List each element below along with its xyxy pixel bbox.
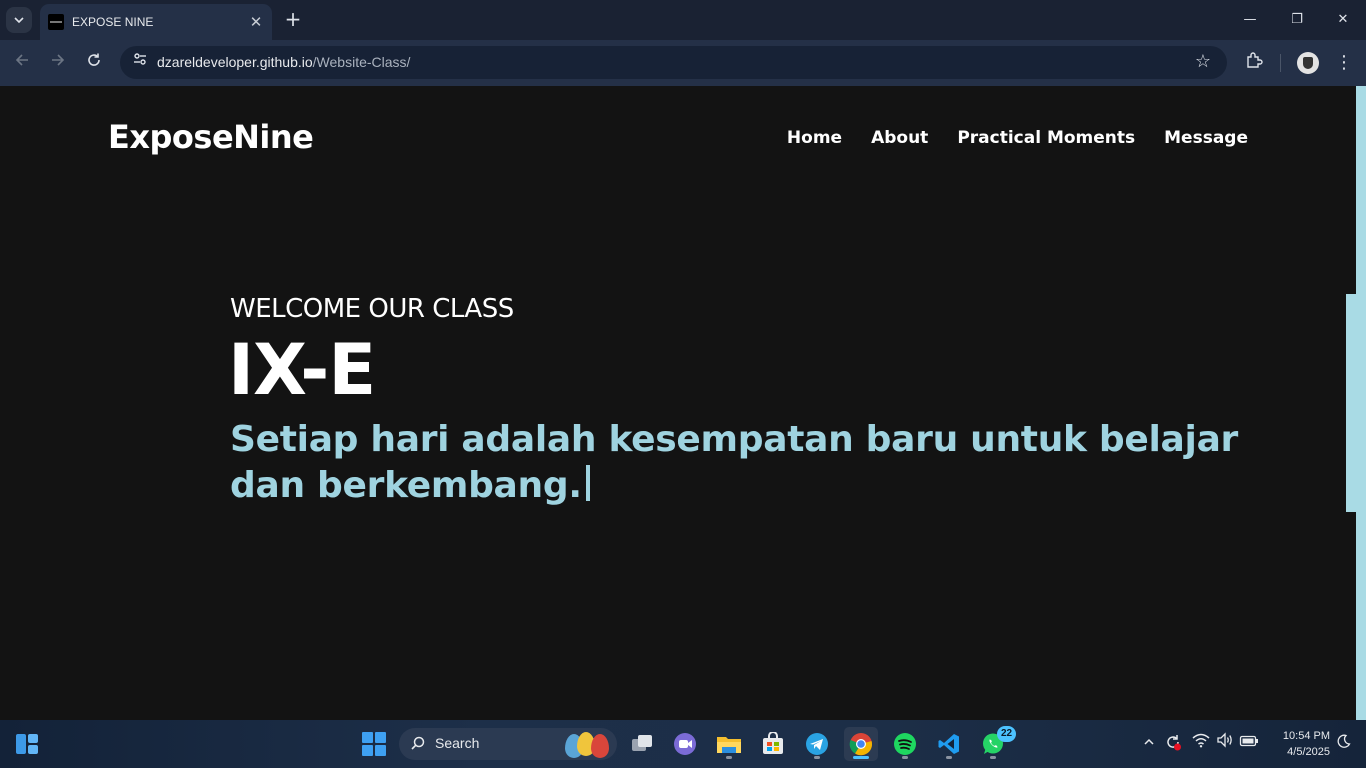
new-tab-button[interactable]: + <box>282 8 304 30</box>
browser-toolbar: dzareldeveloper.github.io/Website-Class/… <box>0 40 1366 86</box>
search-icon <box>409 735 427 753</box>
browser-titlebar: EXPOSE NINE ✕ + — ❐ ✕ <box>0 0 1366 40</box>
arrow-right-icon <box>52 54 65 66</box>
folder-icon <box>717 737 741 753</box>
nav-practical-moments[interactable]: Practical Moments <box>957 128 1135 148</box>
favicon-icon <box>48 14 64 30</box>
restore-button[interactable]: ❐ <box>1281 6 1313 34</box>
running-indicator <box>726 756 732 759</box>
volume-icon[interactable] <box>1214 732 1236 756</box>
running-indicator <box>902 756 908 759</box>
minimize-button[interactable]: — <box>1234 6 1266 34</box>
bookmark-star-icon[interactable]: ☆ <box>1193 52 1213 72</box>
taskbar-file-explorer[interactable] <box>712 727 746 761</box>
taskbar-search[interactable]: Search <box>399 728 617 760</box>
hero-tagline: Setiap hari adalah kesempatan baru untuk… <box>230 417 1250 509</box>
taskbar-zoom[interactable] <box>668 727 702 761</box>
nav-home[interactable]: Home <box>787 128 842 148</box>
hero-welcome: WELCOME OUR CLASS <box>230 294 514 324</box>
page-viewport: ExposeNine Home About Practical Moments … <box>0 86 1356 720</box>
show-hidden-icons-chevron-icon[interactable] <box>1140 732 1158 756</box>
puzzle-icon <box>1247 52 1263 68</box>
store-bag-icon <box>763 732 783 754</box>
nav-message[interactable]: Message <box>1164 128 1248 148</box>
url-text: dzareldeveloper.github.io/Website-Class/ <box>157 54 410 70</box>
taskbar-spotify[interactable] <box>888 727 922 761</box>
hero-class-name: IX-E <box>228 329 376 411</box>
site-logo[interactable]: ExposeNine <box>108 118 314 156</box>
arrow-left-icon <box>15 54 28 66</box>
telegram-icon <box>806 733 828 755</box>
spotify-icon <box>894 733 916 755</box>
windows-taskbar: Search 22 10:54 PM 4/5/2025 <box>0 720 1366 768</box>
taskbar-vscode[interactable] <box>932 727 966 761</box>
search-label: Search <box>435 735 480 751</box>
reload-button[interactable] <box>82 51 106 75</box>
widgets-icon[interactable] <box>16 732 40 756</box>
easter-eggs-icon <box>565 732 613 758</box>
wifi-icon[interactable] <box>1190 732 1212 756</box>
reload-icon <box>88 53 100 66</box>
typing-caret <box>585 465 590 501</box>
url-host: dzareldeveloper.github.io <box>157 54 313 70</box>
tab-search-button[interactable] <box>6 7 32 33</box>
taskbar-chrome[interactable] <box>844 727 878 761</box>
task-view-icon <box>632 735 652 751</box>
url-path: /Website-Class/ <box>312 54 411 70</box>
taskbar-task-view[interactable] <box>625 727 659 761</box>
toolbar-divider <box>1280 54 1281 72</box>
taskbar-whatsapp[interactable]: 22 <box>976 726 1016 761</box>
tab-close-icon[interactable]: ✕ <box>248 14 264 30</box>
system-clock[interactable]: 10:54 PM 4/5/2025 <box>1266 728 1330 760</box>
clock-date: 4/5/2025 <box>1287 746 1330 758</box>
back-button[interactable] <box>10 51 34 75</box>
forward-button[interactable] <box>46 51 70 75</box>
running-indicator <box>814 756 820 759</box>
moon-icon[interactable] <box>1334 732 1354 756</box>
site-nav: Home About Practical Moments Message <box>787 128 1248 148</box>
running-indicator <box>946 756 952 759</box>
chrome-icon <box>849 733 873 756</box>
active-indicator <box>853 756 869 759</box>
taskbar-microsoft-store[interactable] <box>756 727 790 761</box>
close-window-button[interactable]: ✕ <box>1327 6 1359 34</box>
tab-title: EXPOSE NINE <box>72 15 154 29</box>
chevron-down-icon <box>14 17 24 24</box>
extensions-button[interactable] <box>1242 51 1266 75</box>
vscode-icon <box>938 734 959 754</box>
taskbar-telegram[interactable] <box>800 727 834 761</box>
site-info-icon[interactable] <box>128 51 152 75</box>
profile-avatar[interactable] <box>1297 52 1319 74</box>
menu-kebab-icon[interactable]: ⋮ <box>1332 51 1356 75</box>
address-bar[interactable]: dzareldeveloper.github.io/Website-Class/… <box>120 46 1227 79</box>
start-button[interactable] <box>362 732 386 756</box>
nav-about[interactable]: About <box>871 128 928 148</box>
video-call-icon <box>674 733 696 755</box>
clock-time: 10:54 PM <box>1282 730 1330 742</box>
battery-icon[interactable] <box>1238 732 1260 756</box>
browser-tab[interactable]: EXPOSE NINE ✕ <box>40 4 272 40</box>
running-indicator <box>990 756 996 759</box>
scrollbar-thumb[interactable] <box>1346 294 1366 512</box>
whatsapp-badge: 22 <box>997 726 1016 742</box>
hero-tagline-text: Setiap hari adalah kesempatan baru untuk… <box>230 419 1239 506</box>
sync-status-icon[interactable] <box>1162 732 1184 756</box>
